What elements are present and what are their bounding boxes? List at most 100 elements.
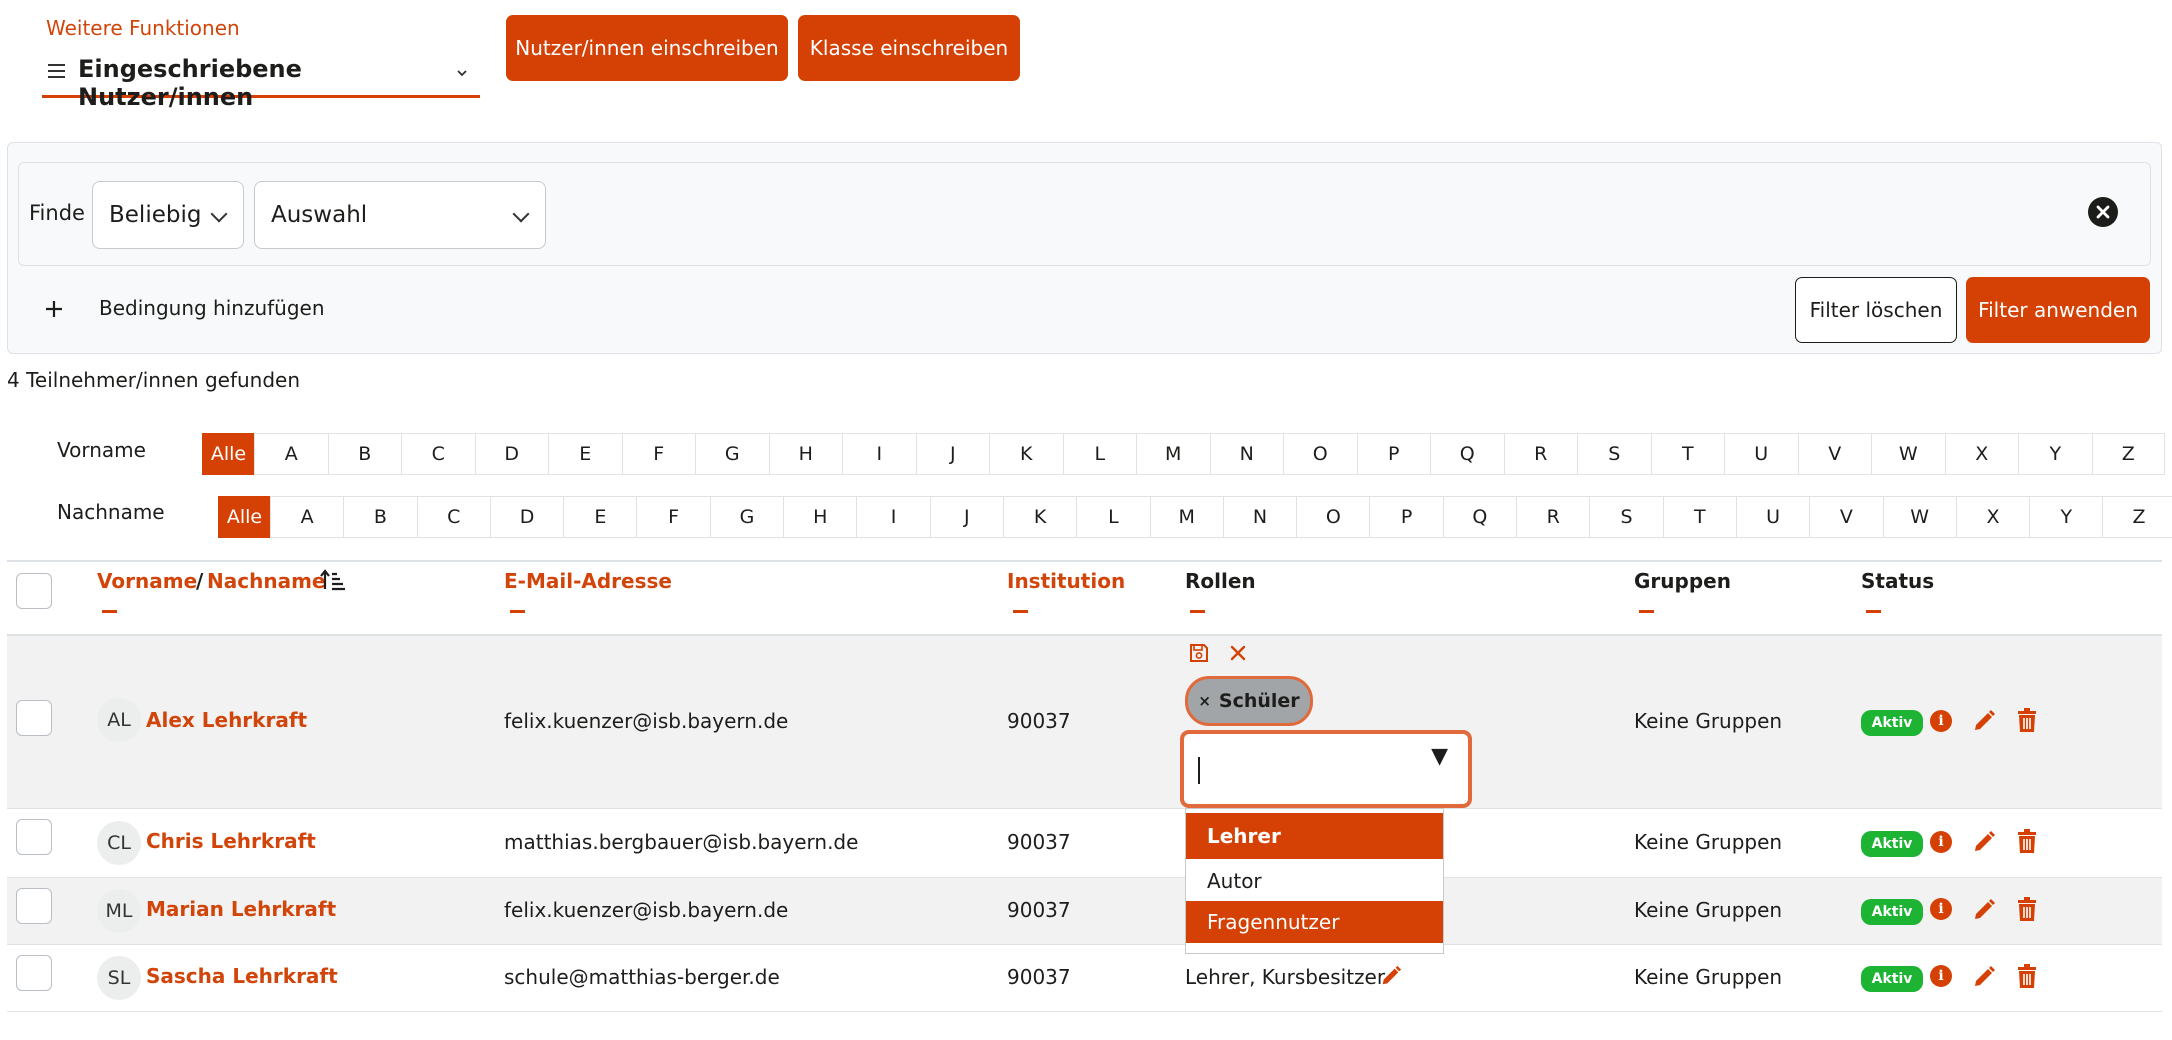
firstname-initial-u[interactable]: U xyxy=(1724,433,1798,475)
lastname-initial-u[interactable]: U xyxy=(1735,496,1810,538)
firstname-initial-all[interactable]: Alle xyxy=(202,433,254,475)
col-firstname-hide[interactable] xyxy=(102,610,117,613)
close-circle-icon[interactable] xyxy=(2087,196,2119,228)
more-functions-link[interactable]: Weitere Funktionen xyxy=(46,16,240,40)
lastname-initial-s[interactable]: S xyxy=(1589,496,1663,538)
firstname-initial-o[interactable]: O xyxy=(1283,433,1357,475)
pencil-icon[interactable] xyxy=(1972,709,1996,733)
add-condition-link[interactable]: Bedingung hinzufügen xyxy=(99,296,325,320)
trash-icon[interactable] xyxy=(2016,897,2038,922)
firstname-initial-d[interactable]: D xyxy=(474,433,548,475)
trash-icon[interactable] xyxy=(2016,829,2038,854)
save-icon[interactable] xyxy=(1188,642,1210,664)
lastname-initial-r[interactable]: R xyxy=(1516,496,1590,538)
firstname-initial-c[interactable]: C xyxy=(401,433,475,475)
lastname-initial-v[interactable]: V xyxy=(1809,496,1883,538)
user-name-link[interactable]: Alex Lehrkraft xyxy=(146,708,307,732)
firstname-initial-w[interactable]: W xyxy=(1871,433,1945,475)
plus-icon[interactable] xyxy=(44,299,64,319)
trash-icon[interactable] xyxy=(2016,708,2038,733)
dropdown-arrow-icon[interactable]: ▼ xyxy=(1431,744,1448,769)
user-name-link[interactable]: Marian Lehrkraft xyxy=(146,897,336,921)
firstname-initial-n[interactable]: N xyxy=(1209,433,1283,475)
lastname-initial-f[interactable]: F xyxy=(636,496,710,538)
enrol-class-button[interactable]: Klasse einschreiben xyxy=(798,15,1020,81)
lastname-initial-k[interactable]: K xyxy=(1002,496,1077,538)
clear-filter-button[interactable]: Filter löschen xyxy=(1795,277,1957,343)
firstname-initial-e[interactable]: E xyxy=(548,433,622,475)
row-checkbox[interactable] xyxy=(16,955,52,991)
lastname-initial-h[interactable]: H xyxy=(783,496,857,538)
row-checkbox[interactable] xyxy=(16,888,52,924)
row-checkbox[interactable] xyxy=(16,819,52,855)
firstname-initial-i[interactable]: I xyxy=(842,433,916,475)
lastname-initial-a[interactable]: A xyxy=(270,496,344,538)
lastname-initial-w[interactable]: W xyxy=(1882,496,1956,538)
pencil-icon[interactable] xyxy=(1972,830,1996,854)
lastname-initial-x[interactable]: X xyxy=(1955,496,2030,538)
trash-icon[interactable] xyxy=(2016,964,2038,989)
firstname-initial-q[interactable]: Q xyxy=(1430,433,1504,475)
lastname-initial-t[interactable]: T xyxy=(1662,496,1736,538)
role-option-fragennutzer[interactable]: Fragennutzer xyxy=(1186,901,1443,943)
col-email-sort[interactable]: E-Mail-Adresse xyxy=(504,569,672,593)
pencil-icon[interactable] xyxy=(1380,965,1402,987)
lastname-initial-i[interactable]: I xyxy=(856,496,930,538)
lastname-initial-l[interactable]: L xyxy=(1076,496,1150,538)
firstname-initial-r[interactable]: R xyxy=(1503,433,1577,475)
firstname-initial-z[interactable]: Z xyxy=(2091,433,2165,475)
firstname-initial-f[interactable]: F xyxy=(621,433,695,475)
lastname-initial-z[interactable]: Z xyxy=(2102,496,2172,538)
lastname-initial-g[interactable]: G xyxy=(709,496,784,538)
col-status-hide[interactable] xyxy=(1866,610,1881,613)
firstname-initial-m[interactable]: M xyxy=(1136,433,1210,475)
firstname-initial-a[interactable]: A xyxy=(254,433,328,475)
firstname-initial-y[interactable]: Y xyxy=(2018,433,2092,475)
info-icon[interactable]: i xyxy=(1930,831,1952,853)
match-select[interactable]: Beliebig xyxy=(92,181,244,249)
role-option-lehrer[interactable]: Lehrer xyxy=(1186,813,1443,859)
lastname-initial-q[interactable]: Q xyxy=(1442,496,1517,538)
lastname-initial-d[interactable]: D xyxy=(489,496,564,538)
firstname-initial-p[interactable]: P xyxy=(1356,433,1430,475)
user-name-link[interactable]: Chris Lehrkraft xyxy=(146,829,316,853)
firstname-initial-k[interactable]: K xyxy=(989,433,1063,475)
user-name-link[interactable]: Sascha Lehrkraft xyxy=(146,964,338,988)
lastname-initial-m[interactable]: M xyxy=(1149,496,1223,538)
role-option-autor[interactable]: Autor xyxy=(1186,861,1443,901)
info-icon[interactable]: i xyxy=(1930,965,1952,987)
lastname-initial-y[interactable]: Y xyxy=(2029,496,2103,538)
role-tag-remove[interactable]: × xyxy=(1198,692,1211,710)
row-checkbox[interactable] xyxy=(16,700,52,736)
col-groups-hide[interactable] xyxy=(1639,610,1654,613)
col-roles-hide[interactable] xyxy=(1190,610,1205,613)
enrol-users-button[interactable]: Nutzer/innen einschreiben xyxy=(506,15,788,81)
firstname-initial-g[interactable]: G xyxy=(695,433,769,475)
lastname-initial-n[interactable]: N xyxy=(1222,496,1297,538)
pencil-icon[interactable] xyxy=(1972,898,1996,922)
firstname-initial-b[interactable]: B xyxy=(327,433,401,475)
lastname-initial-c[interactable]: C xyxy=(416,496,490,538)
col-email-hide[interactable] xyxy=(510,610,525,613)
lastname-initial-j[interactable]: J xyxy=(929,496,1003,538)
info-icon[interactable]: i xyxy=(1930,898,1952,920)
select-all-checkbox[interactable] xyxy=(16,573,52,609)
role-tag[interactable]: × Schüler xyxy=(1185,676,1313,726)
info-icon[interactable]: i xyxy=(1930,710,1952,732)
close-icon[interactable] xyxy=(1228,643,1248,663)
col-institution-sort[interactable]: Institution xyxy=(1007,569,1125,593)
page-title-dropdown[interactable]: Eingeschriebene Nutzer/innen xyxy=(42,50,480,111)
lastname-initial-o[interactable]: O xyxy=(1296,496,1370,538)
role-search-input[interactable]: ▼ xyxy=(1180,730,1472,808)
pencil-icon[interactable] xyxy=(1972,965,1996,989)
firstname-initial-v[interactable]: V xyxy=(1797,433,1871,475)
type-select[interactable]: Auswahl xyxy=(254,181,546,249)
firstname-initial-j[interactable]: J xyxy=(915,433,989,475)
firstname-initial-l[interactable]: L xyxy=(1062,433,1136,475)
lastname-initial-p[interactable]: P xyxy=(1369,496,1443,538)
firstname-initial-h[interactable]: H xyxy=(768,433,842,475)
lastname-initial-all[interactable]: Alle xyxy=(218,496,270,538)
col-institution-hide[interactable] xyxy=(1013,610,1028,613)
col-lastname-sort[interactable]: Nachname xyxy=(207,569,325,593)
firstname-initial-x[interactable]: X xyxy=(1944,433,2018,475)
